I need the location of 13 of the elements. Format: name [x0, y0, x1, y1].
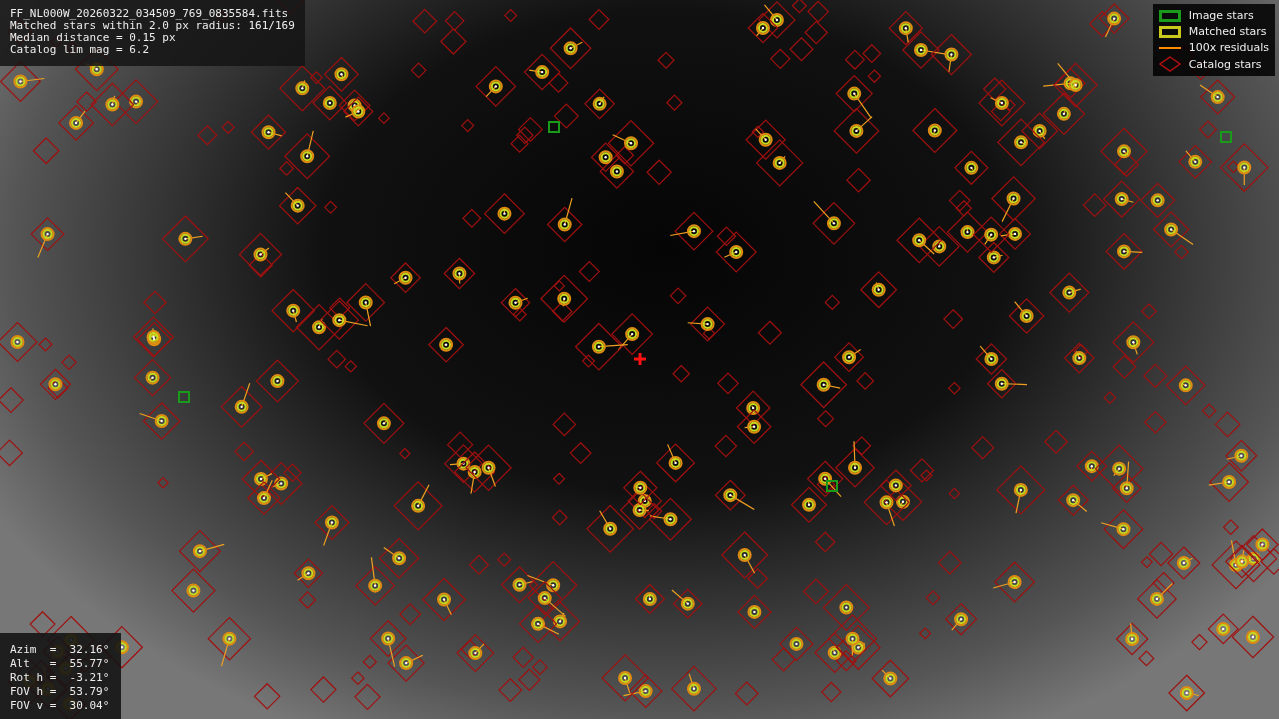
info-text: Matched stars within 2.0 px radius: 161/169 [10, 20, 295, 32]
legend-label: Image stars [1188, 8, 1254, 23]
legend-label: Catalog stars [1188, 56, 1262, 72]
legend-label: 100x residuals [1188, 40, 1269, 55]
info-text: Catalog lim mag = 6.2 [10, 44, 151, 56]
pointing-text: FOV h = 53.79° [10, 685, 110, 699]
info-text: Median distance = 0.15 px [10, 32, 177, 44]
pointing-text: Alt = 55.77° [10, 657, 110, 671]
pointing-text: Rot h = -3.21° [10, 671, 110, 685]
info-text: FF_NL000W_20260322_034509_769_0835584.fits [10, 8, 290, 20]
legend-label: Matched stars [1188, 24, 1267, 39]
pointing-text: Azim = 32.16° [10, 643, 110, 657]
pointing-text: FOV v = 30.04° [10, 699, 110, 713]
